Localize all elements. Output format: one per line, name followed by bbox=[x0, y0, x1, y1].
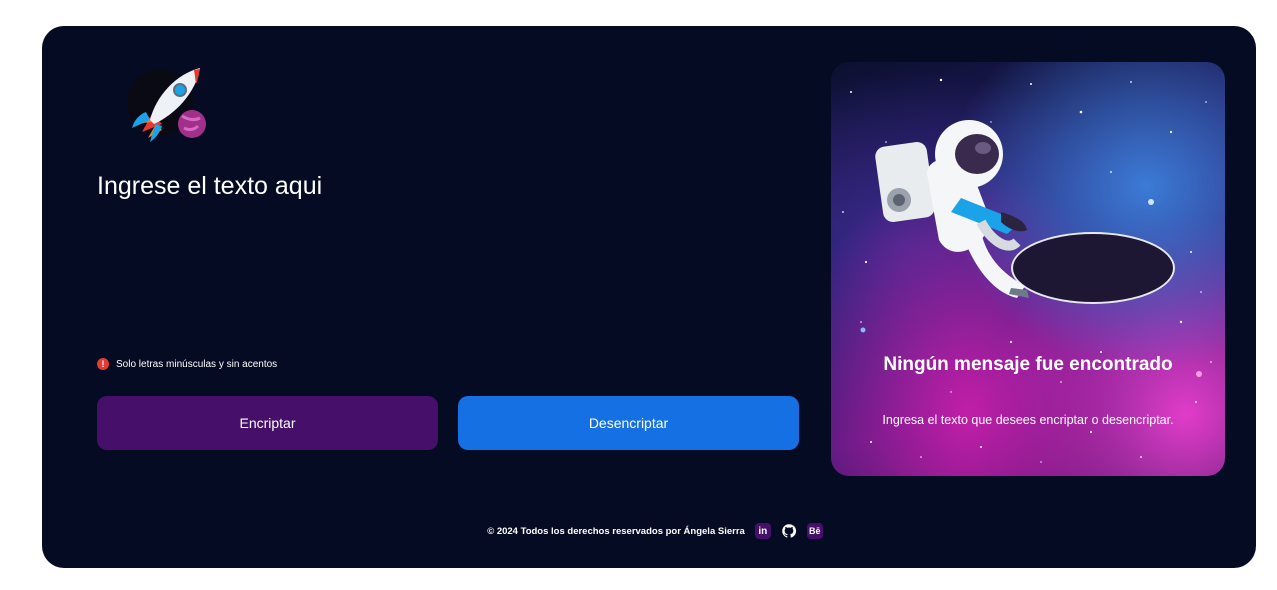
github-icon[interactable] bbox=[781, 523, 797, 539]
behance-icon[interactable]: Bē bbox=[806, 523, 823, 539]
exclamation-icon: ! bbox=[97, 358, 109, 370]
input-hint: ! Solo letras minúsculas y sin acentos bbox=[97, 358, 277, 370]
decrypt-button[interactable]: Desencriptar bbox=[458, 396, 799, 450]
linkedin-icon[interactable]: in bbox=[754, 523, 771, 539]
astronaut-illustration bbox=[875, 120, 1175, 304]
main-card: ! Solo letras minúsculas y sin acentos E… bbox=[42, 26, 1256, 568]
output-title: Ningún mensaje fue encontrado bbox=[883, 354, 1173, 375]
footer-copyright: © 2024 Todos los derechos reservados por… bbox=[487, 525, 745, 537]
footer: © 2024 Todos los derechos reservados por… bbox=[42, 523, 1256, 539]
hint-text: Solo letras minúsculas y sin acentos bbox=[116, 358, 278, 370]
text-input[interactable] bbox=[97, 172, 737, 332]
output-text: Ingresa el texto que desees encriptar o … bbox=[882, 413, 1174, 427]
output-panel: Ningún mensaje fue encontrado Ingresa el… bbox=[831, 62, 1225, 476]
rocket-logo-icon bbox=[127, 68, 206, 142]
github-glyph bbox=[782, 524, 796, 538]
encrypt-button[interactable]: Encriptar bbox=[97, 396, 438, 450]
